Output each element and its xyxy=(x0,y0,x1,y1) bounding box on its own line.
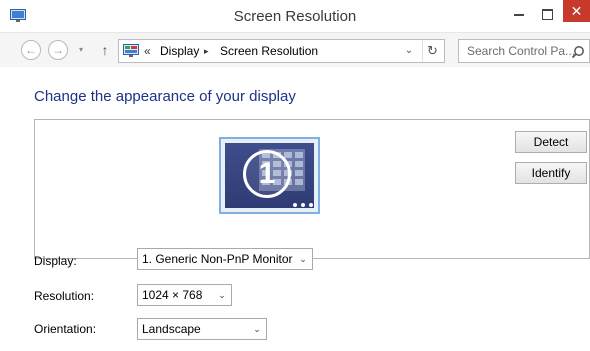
page-title: Change the appearance of your display xyxy=(34,88,296,105)
address-overflow[interactable]: « xyxy=(144,40,151,62)
resolution-label: Resolution: xyxy=(34,289,95,303)
breadcrumb-display[interactable]: Display xyxy=(160,40,199,62)
close-button[interactable]: ✕ xyxy=(563,0,590,22)
breadcrumb-separator[interactable]: ▸ xyxy=(204,40,209,62)
recent-locations-button[interactable]: ▾ xyxy=(76,45,86,55)
monitor-dots-icon xyxy=(293,203,313,207)
search-icon[interactable] xyxy=(571,45,585,59)
display-select-value: 1. Generic Non-PnP Monitor xyxy=(142,252,293,266)
chevron-down-icon: ⌄ xyxy=(253,324,261,334)
maximize-button[interactable] xyxy=(538,5,556,23)
monitor-1[interactable]: 1 xyxy=(219,137,320,214)
address-dropdown-button[interactable]: ⌄ xyxy=(402,40,416,62)
title-bar: Screen Resolution ✕ xyxy=(0,0,590,33)
monitor-number-badge: 1 xyxy=(243,150,291,198)
display-select[interactable]: 1. Generic Non-PnP Monitor ⌄ xyxy=(137,248,313,270)
window-title: Screen Resolution xyxy=(233,8,357,25)
orientation-select[interactable]: Landscape ⌄ xyxy=(137,318,267,340)
orientation-select-value: Landscape xyxy=(142,322,201,336)
display-settings-icon xyxy=(10,9,26,22)
back-button[interactable]: ← xyxy=(21,40,41,60)
up-button[interactable]: ↑ xyxy=(98,42,112,58)
address-bar[interactable]: « Display ▸ Screen Resolution ⌄ ↻ xyxy=(118,39,445,63)
monitor-arrangement-panel: 1 Detect Identify xyxy=(34,119,590,259)
refresh-button[interactable]: ↻ xyxy=(422,40,442,62)
search-placeholder: Search Control Pa... xyxy=(467,44,576,58)
orientation-label: Orientation: xyxy=(34,322,97,336)
identify-button[interactable]: Identify xyxy=(515,162,587,184)
resolution-select[interactable]: 1024 × 768 ⌄ xyxy=(137,284,232,306)
resolution-select-value: 1024 × 768 xyxy=(142,288,203,302)
minimize-button[interactable] xyxy=(510,5,528,23)
chevron-down-icon: ⌄ xyxy=(299,254,307,264)
detect-button[interactable]: Detect xyxy=(515,131,587,153)
forward-button[interactable]: → xyxy=(48,40,68,60)
display-label: Display: xyxy=(34,254,77,268)
search-input[interactable]: Search Control Pa... xyxy=(458,39,590,63)
navigation-bar: ← → ▾ ↑ « Display ▸ Screen Resolution ⌄ … xyxy=(0,33,590,67)
monitor-screen: 1 xyxy=(225,143,314,208)
chevron-down-icon: ⌄ xyxy=(218,290,226,300)
control-panel-icon xyxy=(123,44,139,57)
breadcrumb-screen-resolution[interactable]: Screen Resolution xyxy=(220,40,318,62)
